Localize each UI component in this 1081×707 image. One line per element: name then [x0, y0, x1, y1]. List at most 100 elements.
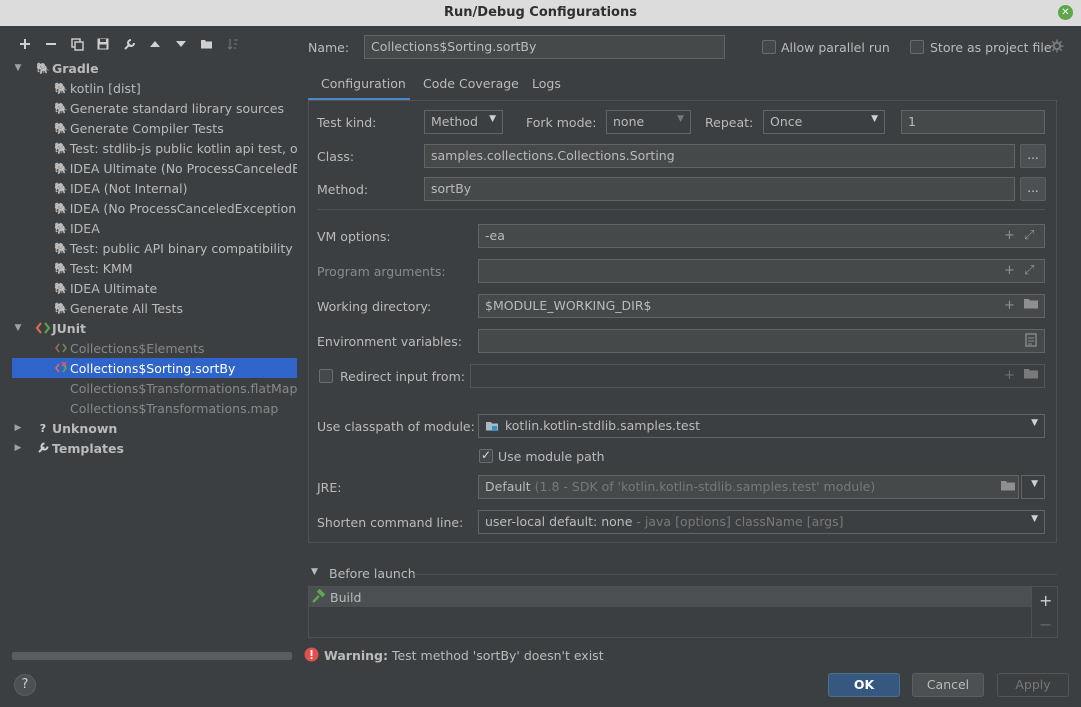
tree-item-label: Generate standard library sources: [70, 100, 284, 116]
tab-code-coverage[interactable]: Code Coverage: [423, 76, 519, 100]
plus-icon[interactable]: +: [1039, 591, 1052, 610]
repeat-label: Repeat:: [705, 115, 754, 130]
help-button[interactable]: ?: [14, 674, 36, 696]
tree-item[interactable]: 🐘 Generate standard library sources: [12, 98, 297, 118]
jre-input[interactable]: Default (1.8 - SDK of 'kotlin.kotlin-std…: [478, 475, 1019, 499]
plus-icon[interactable]: +: [1004, 298, 1015, 313]
minus-icon[interactable]: [38, 33, 64, 55]
gradle-icon: 🐘: [54, 141, 68, 155]
jre-dropdown-button[interactable]: ▼: [1021, 475, 1045, 499]
document-icon[interactable]: [1025, 333, 1037, 351]
chevron-right-icon[interactable]: ▶: [12, 443, 24, 453]
test-kind-select[interactable]: Method ▼: [424, 110, 503, 134]
method-browse-button[interactable]: ...: [1020, 177, 1046, 201]
vm-options-input[interactable]: -ea: [478, 224, 1045, 248]
tree-item[interactable]: 🐘 Test: stdlib-js public kotlin api test,…: [12, 138, 297, 158]
tree-item-label: kotlin [dist]: [70, 80, 141, 96]
before-launch-label[interactable]: Before launch: [329, 566, 416, 581]
folder-icon[interactable]: [1023, 297, 1039, 314]
tree-group-unknown[interactable]: ▶ ? Unknown: [12, 418, 297, 438]
classpath-module-select[interactable]: kotlin.kotlin-stdlib.samples.test ▼: [478, 414, 1045, 438]
chevron-right-icon[interactable]: ▶: [12, 423, 24, 433]
tree-item[interactable]: 🐘 IDEA: [12, 218, 297, 238]
class-label: Class:: [317, 149, 355, 164]
tree-item[interactable]: 🐘 Generate Compiler Tests: [12, 118, 297, 138]
window-title: Run/Debug Configurations: [444, 5, 637, 20]
minus-icon[interactable]: −: [1039, 615, 1052, 634]
environment-variables-input[interactable]: [478, 329, 1045, 353]
tree-item[interactable]: 🐘 IDEA (No ProcessCanceledException): [12, 198, 297, 218]
gradle-icon: 🐘: [54, 101, 68, 115]
tab-logs[interactable]: Logs: [532, 76, 561, 100]
tree-item-label: IDEA Ultimate: [70, 280, 158, 296]
tree-toolbar: [12, 32, 297, 56]
tree-item[interactable]: 🐘 IDEA Ultimate: [12, 278, 297, 298]
allow-parallel-checkbox[interactable]: [762, 40, 776, 54]
configurations-tree[interactable]: ▼ 🐘 Gradle 🐘 kotlin [dist] 🐘 Generate stan…: [12, 58, 297, 650]
plus-icon[interactable]: [12, 33, 38, 55]
chevron-down-icon: ▼: [1031, 479, 1038, 489]
ok-button[interactable]: OK: [828, 673, 900, 697]
tree-group-gradle[interactable]: ▼ 🐘 Gradle: [12, 58, 297, 78]
method-input[interactable]: sortBy: [424, 177, 1015, 201]
redirect-input-field[interactable]: [470, 364, 1045, 388]
tree-item-label: Test: public API binary compatibility va: [69, 240, 297, 256]
fork-mode-label: Fork mode:: [526, 115, 597, 130]
close-button[interactable]: ✕: [1058, 5, 1073, 20]
shorten-command-line-value: user-local default: none: [485, 514, 633, 529]
repeat-select[interactable]: Once ▼: [763, 110, 885, 134]
expand-icon[interactable]: ⤢: [1024, 263, 1034, 278]
gear-icon[interactable]: [1050, 39, 1064, 56]
before-launch-item[interactable]: Build: [309, 587, 1031, 607]
tree-item[interactable]: Collections$Transformations.flatMap: [12, 378, 297, 398]
program-arguments-input[interactable]: [478, 259, 1045, 283]
plus-icon[interactable]: +: [1004, 263, 1015, 278]
save-icon[interactable]: [90, 33, 116, 55]
folder-icon[interactable]: [194, 33, 220, 55]
tree-item[interactable]: 🐘 kotlin [dist]: [12, 78, 297, 98]
folder-icon[interactable]: [1023, 367, 1039, 384]
junit-icon: [36, 321, 50, 335]
tree-item[interactable]: Collections$Transformations.map: [12, 398, 297, 418]
plus-icon[interactable]: +: [1004, 228, 1015, 243]
shorten-command-line-select[interactable]: user-local default: none - java [options…: [478, 510, 1045, 534]
class-input[interactable]: samples.collections.Collections.Sorting: [424, 144, 1015, 168]
tree-item[interactable]: 🐘 Generate All Tests: [12, 298, 297, 318]
tree-item[interactable]: 🐘 Test: public API binary compatibility v…: [12, 238, 297, 258]
chevron-down-icon[interactable]: ▼: [311, 567, 318, 577]
tree-item-selected[interactable]: Collections$Sorting.sortBy: [12, 358, 297, 378]
class-browse-button[interactable]: ...: [1020, 144, 1046, 168]
use-module-path-checkbox[interactable]: [479, 448, 493, 463]
chevron-down-icon: ▼: [677, 114, 684, 124]
warning-text: Test method 'sortBy' doesn't exist: [391, 648, 604, 663]
plus-icon[interactable]: +: [1004, 368, 1015, 383]
fork-mode-select[interactable]: none ▼: [606, 110, 691, 134]
tree-item[interactable]: 🐘 IDEA (Not Internal): [12, 178, 297, 198]
store-project-checkbox[interactable]: [910, 40, 924, 54]
tree-item[interactable]: Collections$Elements: [12, 338, 297, 358]
apply-button[interactable]: Apply: [997, 673, 1069, 697]
before-launch-item-label: Build: [330, 590, 362, 605]
tree-group-templates[interactable]: ▶ Templates: [12, 438, 297, 458]
tree-item[interactable]: 🐘 Test: KMM: [12, 258, 297, 278]
tree-group-label: Unknown: [52, 420, 118, 436]
arrow-up-icon[interactable]: [142, 33, 168, 55]
redirect-input-checkbox[interactable]: [319, 369, 333, 383]
tree-item[interactable]: 🐘 IDEA Ultimate (No ProcessCanceledEx: [12, 158, 297, 178]
copy-icon[interactable]: [64, 33, 90, 55]
cancel-button[interactable]: Cancel: [912, 673, 984, 697]
arrow-down-icon[interactable]: [168, 33, 194, 55]
test-kind-value: Method: [431, 114, 478, 129]
working-directory-input[interactable]: $MODULE_WORKING_DIR$: [478, 294, 1045, 318]
tree-group-junit[interactable]: ▼ JUnit: [12, 318, 297, 338]
repeat-count-input[interactable]: 1: [901, 110, 1045, 134]
folder-icon[interactable]: [1000, 479, 1016, 496]
wrench-icon[interactable]: [116, 33, 142, 55]
tree-horizontal-scrollbar[interactable]: [12, 652, 292, 660]
chevron-down-icon[interactable]: ▼: [12, 323, 24, 333]
sort-icon[interactable]: [220, 33, 246, 55]
chevron-down-icon[interactable]: ▼: [12, 63, 24, 73]
name-input[interactable]: Collections$Sorting.sortBy: [364, 35, 725, 59]
expand-icon[interactable]: ⤢: [1024, 228, 1034, 243]
tab-configuration[interactable]: Configuration: [321, 76, 406, 100]
